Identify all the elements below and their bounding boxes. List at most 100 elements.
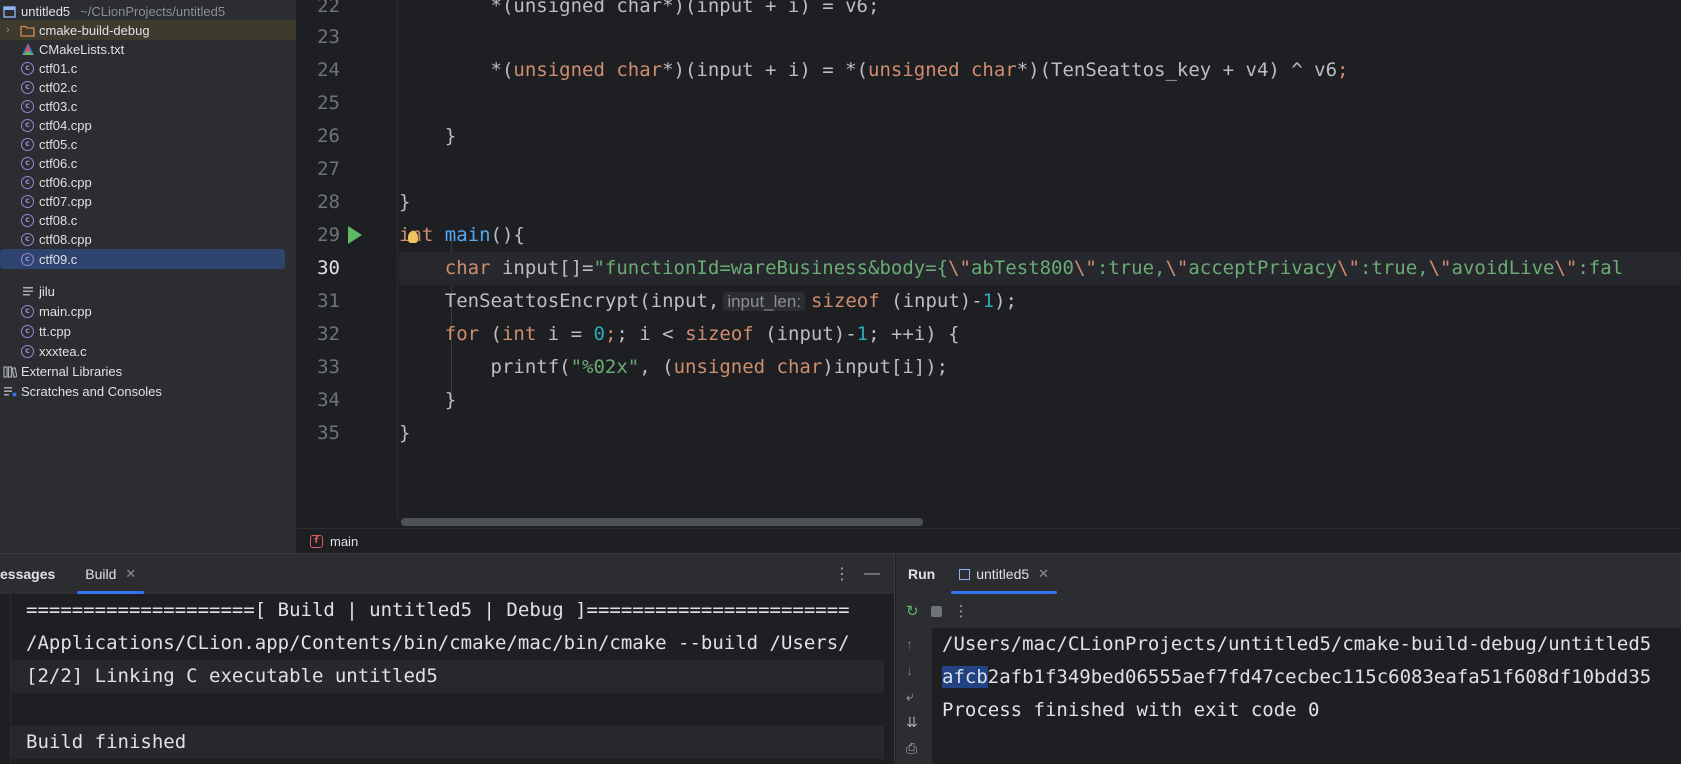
code-line-22: *(unsigned char*)(input + i) = v6; [399,0,880,17]
tree-item-label: ctf06.cpp [39,174,92,190]
tree-item-label: tt.cpp [39,323,71,339]
line-number: 28 [317,191,340,213]
code-line-29: int main(){ [399,224,525,246]
console-line: /Users/mac/CLionProjects/untitled5/cmake… [942,633,1652,655]
tree-item-label: cmake-build-debug [39,22,150,38]
tree-item-label: jilu [39,283,55,299]
soft-wrap-icon[interactable]: ⤶ [906,688,914,705]
cmake-icon [20,42,35,57]
line-number: 24 [317,59,340,81]
editor-gutter: 22 23 24 25 26 27 28 29 30 31 32 33 34 3… [298,0,398,518]
cpp-file-icon: c [20,194,35,209]
selected-text: afcb [942,666,988,688]
scratches-icon [2,384,17,399]
tree-item-ctf09-c[interactable]: c ctf09.c [0,249,285,269]
tree-item-ctf08-cpp[interactable]: c ctf08.cpp [0,229,296,249]
tree-item-ctf02-c[interactable]: c ctf02.c [0,77,296,97]
tab-build[interactable]: Build ✕ [73,554,148,594]
tree-item-ctf08-c[interactable]: c ctf08.c [0,210,296,230]
tree-item-external-libraries[interactable]: External Libraries [0,361,296,381]
line-number: 23 [317,26,340,48]
build-output-line: ====================[ Build | untitled5 … [26,599,850,621]
code-area[interactable]: *(unsigned char*)(input + i) = v6; *(uns… [399,0,1681,518]
tree-item-scratches[interactable]: Scratches and Consoles [0,381,296,401]
tree-item-cmakelists[interactable]: CMakeLists.txt [0,39,296,59]
run-console-output[interactable]: /Users/mac/CLionProjects/untitled5/cmake… [932,628,1681,764]
scrollbar-thumb[interactable] [401,518,923,526]
tree-item-xxxtea-c[interactable]: c xxxtea.c [0,341,296,361]
tree-item-label: main.cpp [39,303,92,319]
tree-item-ctf06-c[interactable]: c ctf06.c [0,153,296,173]
cpp-file-icon: c [20,324,35,339]
chevron-right-icon[interactable]: › [2,24,14,36]
c-file-icon: c [20,213,35,228]
line-number: 27 [317,158,340,180]
c-file-icon: c [20,61,35,76]
folder-icon [20,23,35,38]
tree-item-label: ctf07.cpp [39,193,92,209]
build-output-line: Build finished [26,731,187,753]
run-config-icon [959,568,971,580]
horizontal-scrollbar[interactable] [401,516,1681,526]
code-line-35: } [399,422,411,444]
text-file-icon [20,284,35,299]
build-tool-window: essages Build ✕ ⋮ — ====================[… [0,554,895,764]
code-line-33: printf("%02x", (unsigned char)input[i]); [490,356,949,378]
tree-item-label: ctf05.c [39,136,78,152]
tree-item-cmake-build-debug[interactable]: › cmake-build-debug [0,20,296,40]
tree-item-label: xxxtea.c [39,343,87,359]
tree-item-ctf01-c[interactable]: c ctf01.c [0,58,296,78]
tree-item-label: ctf04.cpp [39,117,92,133]
line-number-current: 30 [317,257,340,279]
code-line-32: for (int i = 0;; i < sizeof (input)-1; +… [444,323,960,345]
scroll-to-end-icon[interactable]: ⇊ [906,714,918,731]
c-file-icon: c [20,344,35,359]
tree-item-label: External Libraries [21,363,123,379]
run-tool-window: Run untitled5 ✕ ↻ ⋮ ↑ ↓ ⤶ ⇊ ⎙ /Users/mac/… [896,554,1681,764]
project-icon [2,4,17,19]
build-output[interactable]: ====================[ Build | untitled5 … [10,594,884,764]
close-icon[interactable]: ✕ [1038,566,1049,582]
tree-item-ctf06-cpp[interactable]: c ctf06.cpp [0,172,296,192]
print-icon[interactable]: ⎙ [906,740,917,757]
tree-item-ctf05-c[interactable]: c ctf05.c [0,134,296,154]
minimize-icon[interactable]: — [864,565,880,583]
run-gutter-icon[interactable] [348,226,362,244]
tree-item-ctf07-cpp[interactable]: c ctf07.cpp [0,191,296,211]
more-options-icon[interactable]: ⋮ [954,602,969,620]
tree-item-label: Scratches and Consoles [21,383,162,399]
rerun-icon[interactable]: ↻ [906,602,919,620]
code-line-31: TenSeattosEncrypt(input, input_len: sizeof… [444,290,1017,312]
code-line-30: char input[]="functionId=wareBusiness&bo… [399,252,1681,285]
up-arrow-icon[interactable]: ↑ [906,636,913,652]
tree-item-tt-cpp[interactable]: c tt.cpp [0,321,296,341]
breadcrumb: f main [298,528,1681,553]
cpp-file-icon: c [20,232,35,247]
tree-item-ctf03-c[interactable]: c ctf03.c [0,96,296,116]
library-icon [2,364,17,379]
line-number: 32 [317,323,340,345]
code-editor[interactable]: 22 23 24 25 26 27 28 29 30 31 32 33 34 3… [298,0,1681,553]
build-output-line: [2/2] Linking C executable untitled5 [26,665,438,687]
stop-icon[interactable] [930,605,942,617]
project-root[interactable]: untitled5 ~/CLionProjects/untitled5 [0,1,296,21]
run-toolbar: ↻ ⋮ [896,594,1681,628]
tab-messages[interactable]: essages [0,554,73,594]
close-icon[interactable]: ✕ [125,566,136,582]
tree-item-ctf04-cpp[interactable]: c ctf04.cpp [0,115,296,135]
down-arrow-icon[interactable]: ↓ [906,662,913,678]
tree-item-jilu[interactable]: jilu [0,281,296,301]
more-options-icon[interactable]: ⋮ [834,564,850,584]
build-output-line: /Applications/CLion.app/Contents/bin/cma… [26,632,850,654]
build-panel-header: essages Build ✕ ⋮ — [0,554,894,594]
breadcrumb-function[interactable]: main [330,534,358,549]
line-number: 25 [317,92,340,114]
tab-run-config[interactable]: untitled5 ✕ [947,554,1061,594]
run-panel-header: Run untitled5 ✕ [896,554,1681,594]
run-side-toolbar: ↑ ↓ ⤶ ⇊ ⎙ [896,628,932,764]
line-number: 35 [317,422,340,444]
lightbulb-icon[interactable] [408,231,418,243]
tree-item-main-cpp[interactable]: c main.cpp [0,301,296,321]
cpp-file-icon: c [20,304,35,319]
c-file-icon: c [20,137,35,152]
